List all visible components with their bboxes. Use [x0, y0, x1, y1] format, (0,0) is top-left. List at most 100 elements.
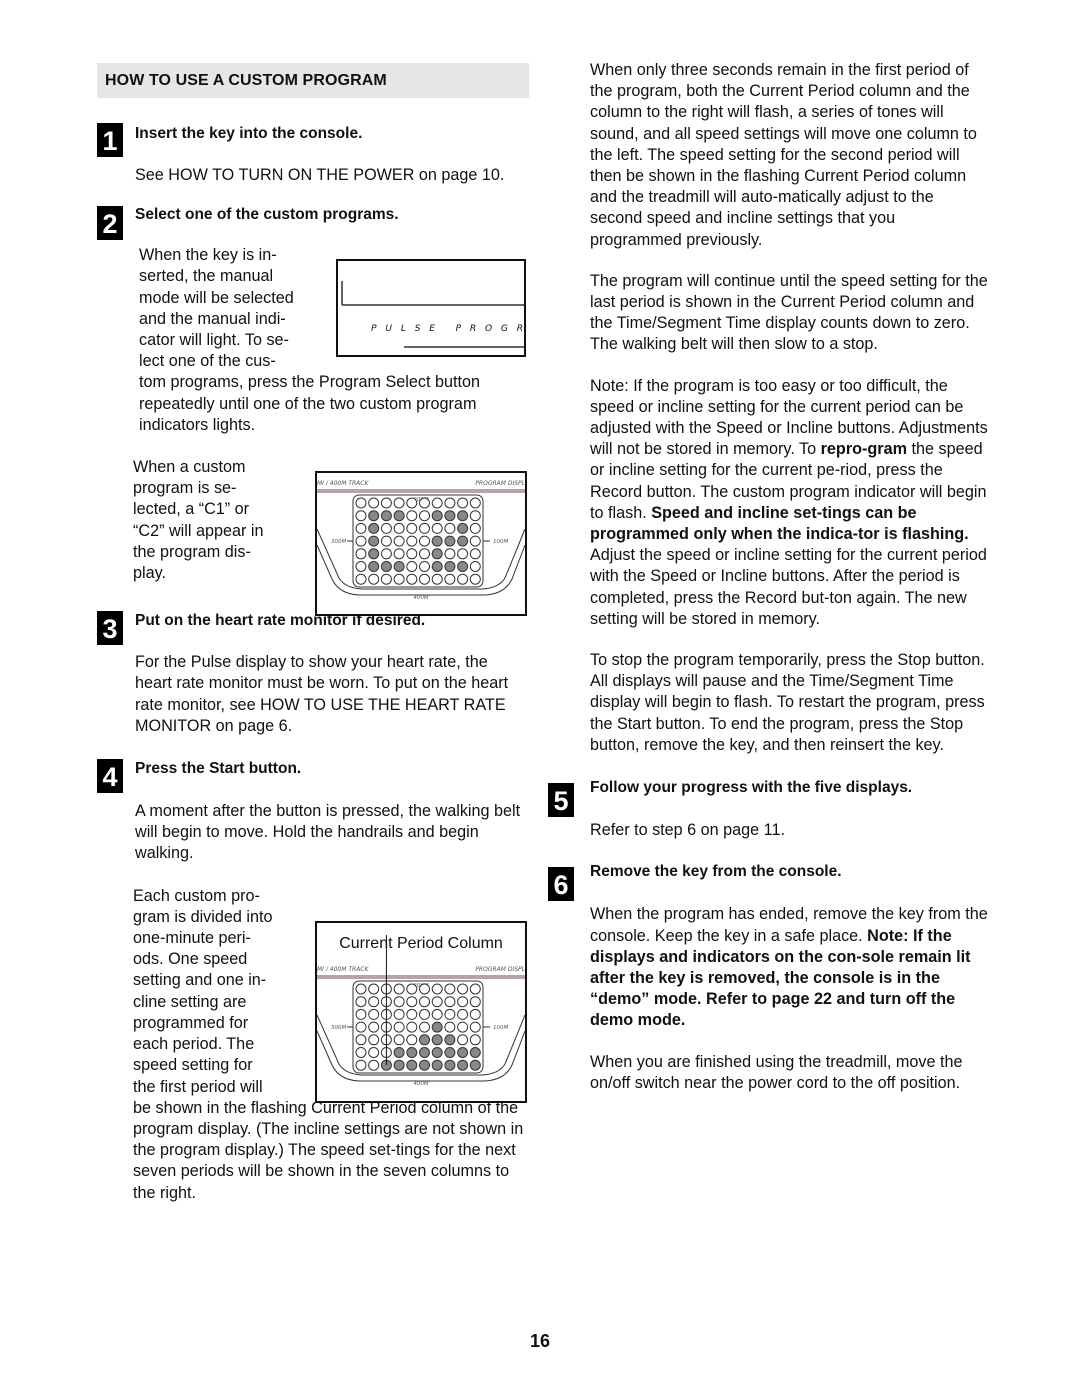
led-off [355, 1021, 367, 1033]
led-lit [444, 1047, 456, 1058]
led-lit [406, 1059, 418, 1071]
led-off [444, 1021, 456, 1033]
led-lit [393, 561, 405, 572]
led-off [431, 497, 443, 509]
led-off [355, 510, 367, 522]
led-off [469, 535, 481, 547]
led-off [457, 983, 469, 995]
led-lit [457, 510, 469, 522]
led-off [393, 522, 405, 534]
step-title: Insert the key into the console. [135, 125, 363, 142]
text-line: cator will light. To se- [139, 331, 289, 350]
led-off [469, 1021, 481, 1033]
led-off [469, 983, 481, 995]
led-off [406, 522, 418, 534]
program-display-figure-2: Current Period Column MI / 400M TRACK PRO… [315, 921, 527, 1103]
led-off [380, 548, 392, 560]
console-figure: P U L S E P R O G R [336, 259, 526, 357]
led-off [457, 497, 469, 509]
led-off [355, 1059, 367, 1071]
led-lit [444, 1034, 456, 1046]
led-off [431, 1008, 443, 1020]
led-lit [393, 1047, 405, 1058]
step-title: Remove the key from the console. [590, 863, 842, 881]
bold-text: repro-gram [820, 440, 907, 459]
led-off [406, 561, 418, 572]
text-line: When a custom [133, 458, 246, 477]
led-off [393, 1034, 405, 1046]
step-body: A moment after the button is pressed, th… [135, 802, 521, 863]
led-lit [393, 510, 405, 522]
led-lit [457, 522, 469, 534]
text-line: programmed for [133, 1013, 249, 1032]
led-off [380, 522, 392, 534]
program-display-label: PROGRAM DISPL [475, 480, 525, 487]
led-lit [368, 561, 380, 572]
led-lit [444, 1059, 456, 1071]
led-off [355, 983, 367, 995]
led-off [368, 1008, 380, 1020]
led-off [406, 1008, 418, 1020]
led-lit [368, 510, 380, 522]
led-off [355, 1047, 367, 1058]
led-off [419, 561, 430, 572]
text-line: lect one of the cus- [139, 352, 276, 371]
step-body: Refer to step 6 on page 11. [590, 821, 785, 840]
led-lit [406, 1047, 418, 1058]
led-off [469, 996, 481, 1008]
led-off [368, 983, 380, 995]
text-line: gram is divided into [133, 907, 273, 926]
led-lit [457, 561, 469, 572]
text-line: the program dis- [133, 542, 251, 561]
text-line: and the manual indi- [139, 309, 286, 328]
led-off [444, 573, 456, 585]
led-off [406, 1034, 418, 1046]
led-off [368, 1034, 380, 1046]
led-off [406, 1021, 418, 1033]
led-off [406, 548, 418, 560]
led-off [444, 1008, 456, 1020]
led-off [355, 573, 367, 585]
text-line: each period. The [133, 1035, 255, 1054]
led-off [368, 1059, 380, 1071]
led-off [457, 1034, 469, 1046]
text-line: one-minute peri- [133, 929, 251, 948]
led-lit [380, 510, 392, 522]
led-lit [419, 1034, 430, 1046]
step-body: For the Pulse display to show your heart… [135, 653, 509, 735]
led-off [457, 573, 469, 585]
text-line: cline setting are [133, 992, 247, 1011]
track-label: MI / 400M TRACK [317, 480, 369, 487]
led-off [355, 535, 367, 547]
text-line: Each custom pro- [133, 886, 260, 905]
led-lit [431, 548, 443, 560]
step-body-wrapped: When the key is in- serted, the manual m… [97, 245, 329, 372]
led-off [469, 548, 481, 560]
step-body: be shown in the flashing Current Period … [133, 1098, 524, 1202]
text-line: play. [133, 564, 166, 583]
led-lit [457, 1047, 469, 1058]
led-off [406, 510, 418, 522]
led-off [393, 1021, 405, 1033]
paragraph: When only three seconds remain in the fi… [590, 61, 977, 249]
led-off [393, 996, 405, 1008]
step-number: 1 [97, 123, 123, 157]
led-off [368, 996, 380, 1008]
led-lit [368, 548, 380, 560]
led-off [393, 983, 405, 995]
led-lit [431, 535, 443, 547]
led-off [406, 996, 418, 1008]
led-off [406, 573, 418, 585]
led-off [444, 497, 456, 509]
led-off [457, 996, 469, 1008]
track-label: MI / 400M TRACK [317, 966, 369, 973]
marker-400m: 400M [413, 595, 428, 601]
led-lit [393, 1059, 405, 1071]
text-line: ods. One speed [133, 950, 248, 969]
text-line: “C2” will appear in [133, 521, 264, 540]
text-line: serted, the manual [139, 267, 274, 286]
text-line: speed setting for [133, 1056, 253, 1075]
led-off [419, 1008, 430, 1020]
led-off [393, 535, 405, 547]
program-display-grid: MI / 400M TRACKPROGRAM DISPL200M400M300M… [317, 480, 525, 601]
